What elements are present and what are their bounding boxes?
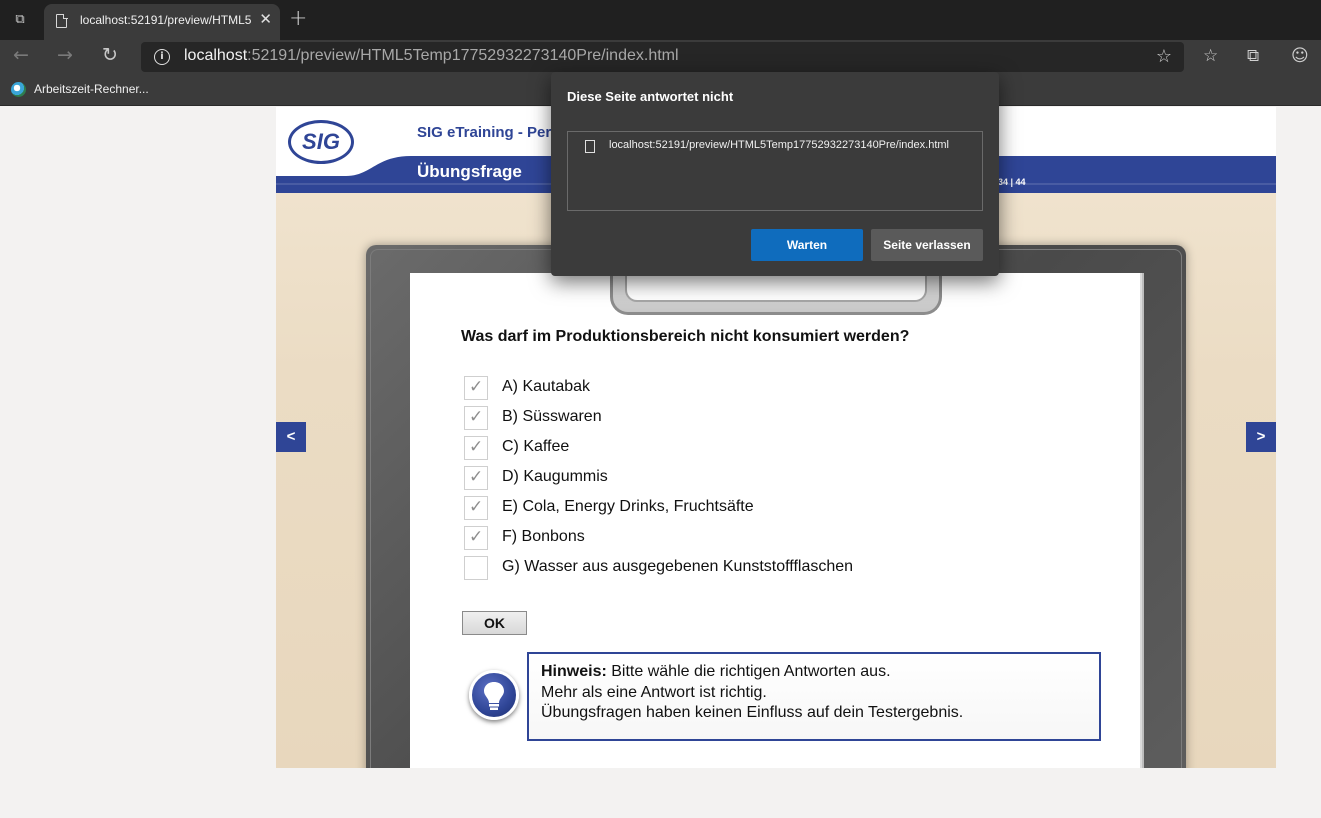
wait-button[interactable]: Warten: [751, 229, 863, 261]
address-url[interactable]: localhost:52191/preview/HTML5Temp1775293…: [184, 47, 679, 65]
hint-line-1: Bitte wähle die richtigen Antworten aus.: [611, 663, 891, 680]
next-page-button[interactable]: >: [1246, 422, 1276, 452]
hint-box: Hinweis: Bitte wähle die richtigen Antwo…: [527, 652, 1101, 741]
answer-label[interactable]: F) Bonbons: [502, 528, 585, 546]
browser-toolbar: ← → ↻ i localhost:52191/preview/HTML5Tem…: [0, 40, 1321, 74]
page-icon: [585, 140, 595, 153]
answer-checkbox[interactable]: [464, 526, 488, 550]
page-counter: 34 | 44: [998, 177, 1026, 187]
reload-icon[interactable]: ↻: [102, 44, 118, 66]
leave-page-button[interactable]: Seite verlassen: [871, 229, 983, 261]
answer-checkbox[interactable]: [464, 376, 488, 400]
answer-label[interactable]: D) Kaugummis: [502, 468, 608, 486]
bookmark-icon: [11, 82, 26, 97]
collections-icon[interactable]: ⧉: [1247, 46, 1259, 66]
answer-label[interactable]: E) Cola, Energy Drinks, Fruchtsäfte: [502, 498, 754, 516]
answer-label[interactable]: B) Süsswaren: [502, 408, 602, 426]
answer-checkbox[interactable]: [464, 406, 488, 430]
dialog-title: Diese Seite antwortet nicht: [567, 89, 734, 104]
address-host: localhost: [184, 47, 248, 64]
star-plus-icon[interactable]: ☆: [1156, 46, 1172, 67]
favorites-icon[interactable]: ☆: [1203, 46, 1218, 66]
dialog-page-url: localhost:52191/preview/HTML5Temp1775293…: [609, 139, 949, 151]
answer-label[interactable]: G) Wasser aus ausgegebenen Kunststofffla…: [502, 558, 853, 576]
arrow-left-icon[interactable]: ←: [13, 44, 29, 66]
hint-line-3: Übungsfragen haben keinen Einfluss auf d…: [541, 704, 964, 721]
answer-label[interactable]: C) Kaffee: [502, 438, 569, 456]
dialog-page-list: localhost:52191/preview/HTML5Temp1775293…: [567, 131, 983, 211]
address-bar[interactable]: i localhost:52191/preview/HTML5Temp17752…: [141, 42, 1184, 72]
browser-tab[interactable]: localhost:52191/preview/HTML5 ✕: [44, 4, 280, 40]
answer-checkbox[interactable]: [464, 436, 488, 460]
close-tab-icon[interactable]: ✕: [259, 10, 272, 28]
lightbulb-icon: [469, 670, 519, 720]
answer-checkbox[interactable]: [464, 466, 488, 490]
question-text: Was darf im Produktionsbereich nicht kon…: [461, 328, 910, 345]
ok-button[interactable]: OK: [462, 611, 527, 635]
section-title: Übungsfrage: [417, 162, 522, 181]
answer-checkbox[interactable]: [464, 556, 488, 580]
profile-icon[interactable]: ☺: [1291, 46, 1309, 66]
page-icon: [56, 13, 68, 28]
info-icon[interactable]: i: [154, 49, 170, 65]
previous-page-button[interactable]: <: [276, 422, 306, 452]
page-unresponsive-dialog: Diese Seite antwortet nicht localhost:52…: [551, 72, 999, 276]
arrow-right-icon[interactable]: →: [57, 44, 73, 66]
hint-title: Hinweis:: [541, 663, 607, 680]
answer-label[interactable]: A) Kautabak: [502, 378, 590, 396]
address-path: :52191/preview/HTML5Temp17752932273140Pr…: [247, 47, 679, 64]
hint-line-2: Mehr als eine Antwort ist richtig.: [541, 683, 767, 701]
tab-actions-icon[interactable]: ⧉: [8, 9, 32, 31]
bookmark-label: Arbeitszeit-Rechner...: [34, 82, 149, 96]
answer-checkbox[interactable]: [464, 496, 488, 520]
new-tab-icon[interactable]: +: [289, 6, 307, 31]
sig-logo: SIG: [288, 120, 354, 164]
tab-bar: ⧉ localhost:52191/preview/HTML5 ✕ +: [0, 0, 1321, 40]
app-title: SIG eTraining - Per: [417, 124, 552, 141]
tab-title: localhost:52191/preview/HTML5: [80, 13, 252, 27]
